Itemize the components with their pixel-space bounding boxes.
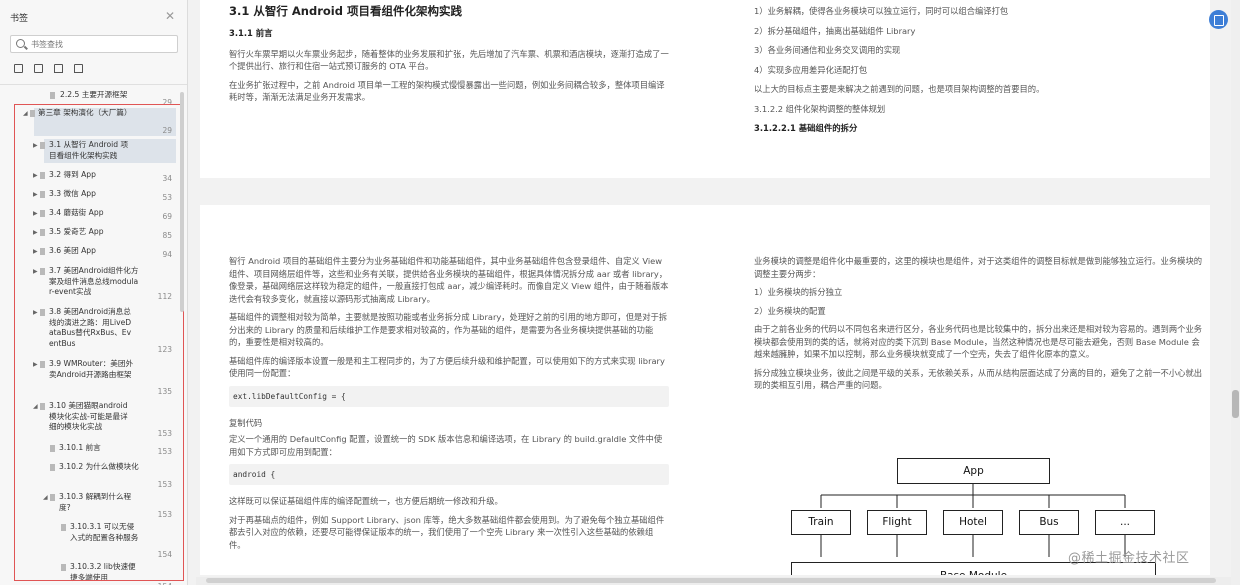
- bookmark-icon: [50, 92, 55, 99]
- diagram-box-module: Train: [791, 510, 851, 535]
- scrollbar-thumb[interactable]: [1232, 390, 1239, 418]
- sidebar-divider: [0, 84, 187, 85]
- diagram-box-module: ...: [1095, 510, 1155, 535]
- search-icon: [16, 39, 25, 48]
- section-heading: 3.1 从智行 Android 项目看组件化架构实践: [229, 4, 462, 18]
- diagram-box-module: Flight: [867, 510, 927, 535]
- bookmark-search-box[interactable]: [10, 35, 178, 53]
- list-line: 2）拆分基础组件，抽离出基础组件 Library: [754, 25, 916, 36]
- sub-heading: 3.1.1 前言: [229, 28, 273, 38]
- diagram-box-app: App: [897, 458, 1050, 484]
- paragraph: 智行火车票早期以火车票业务起步，随着整体的业务发展和扩张，先后增加了汽车票、机票…: [229, 48, 669, 72]
- bookmark-sidebar: 书签 ✕ 2.2.5 主要开源框架 29 ◢ 第三章 架构: [0, 0, 188, 585]
- annotation-highlight-frame: [14, 104, 184, 581]
- sub-heading: 3.1.2.2.1 基础组件的拆分: [754, 123, 858, 133]
- sidebar-title: 书签: [10, 14, 29, 24]
- paragraph: 以上大的目标点主要是来解决之前遇到的问题，也是项目架构调整的首要目的。: [754, 84, 1045, 94]
- diagram-box-module: Hotel: [943, 510, 1003, 535]
- paragraph: 在业务扩张过程中，之前 Android 项目单一工程的架构模式慢慢暴露出一些问题…: [229, 79, 665, 103]
- page-horizontal-scrollbar[interactable]: [196, 577, 1231, 585]
- list-line: 4）实现多应用差异化适配打包: [754, 64, 868, 75]
- page1-right-column: 1）业务解耦，使得各业务模块可以独立运行，同时可以组合编译打包 2）拆分基础组件…: [754, 5, 1204, 141]
- floating-action-button[interactable]: [1209, 10, 1228, 29]
- list-line: 3）各业务间通信和业务交叉调用的实现: [754, 45, 901, 55]
- sidebar-scrollbar[interactable]: [180, 92, 184, 312]
- list-line: 1）业务解耦，使得各业务模块可以独立运行，同时可以组合编译打包: [754, 6, 1009, 16]
- bookmark-toolbar: [14, 64, 83, 73]
- watermark-text: @稀土掘金技术社区: [1068, 551, 1190, 566]
- toc-item[interactable]: 2.2.5 主要开源框架 29: [0, 90, 180, 107]
- pdf-page-2: 智行 Android 项目的基础组件主要分为业务基础组件和功能基础组件，其中业务…: [200, 205, 1210, 575]
- page1-left-column: 3.1 从智行 Android 项目看组件化架构实践 3.1.1 前言 智行火车…: [229, 4, 669, 110]
- expand-all-icon[interactable]: [14, 64, 23, 73]
- bookmark-add-icon[interactable]: [54, 64, 63, 73]
- pdf-page-1: 3.1 从智行 Android 项目看组件化架构实践 3.1.1 前言 智行火车…: [200, 0, 1210, 178]
- toc-item-label: 2.2.5 主要开源框架: [60, 90, 128, 99]
- collapse-all-icon[interactable]: [34, 64, 43, 73]
- bookmark-remove-icon[interactable]: [74, 64, 83, 73]
- sub-heading: 3.1.2.2 组件化架构调整的整体规划: [754, 103, 886, 114]
- scrollbar-thumb[interactable]: [206, 578, 1216, 583]
- diagram-box-module: Bus: [1019, 510, 1079, 535]
- close-icon[interactable]: ✕: [165, 9, 175, 23]
- page-vertical-scrollbar[interactable]: [1231, 0, 1240, 585]
- pdf-reader: 书签 ✕ 2.2.5 主要开源框架 29 ◢ 第三章 架构: [0, 0, 1240, 585]
- bookmark-search-input[interactable]: [31, 37, 171, 51]
